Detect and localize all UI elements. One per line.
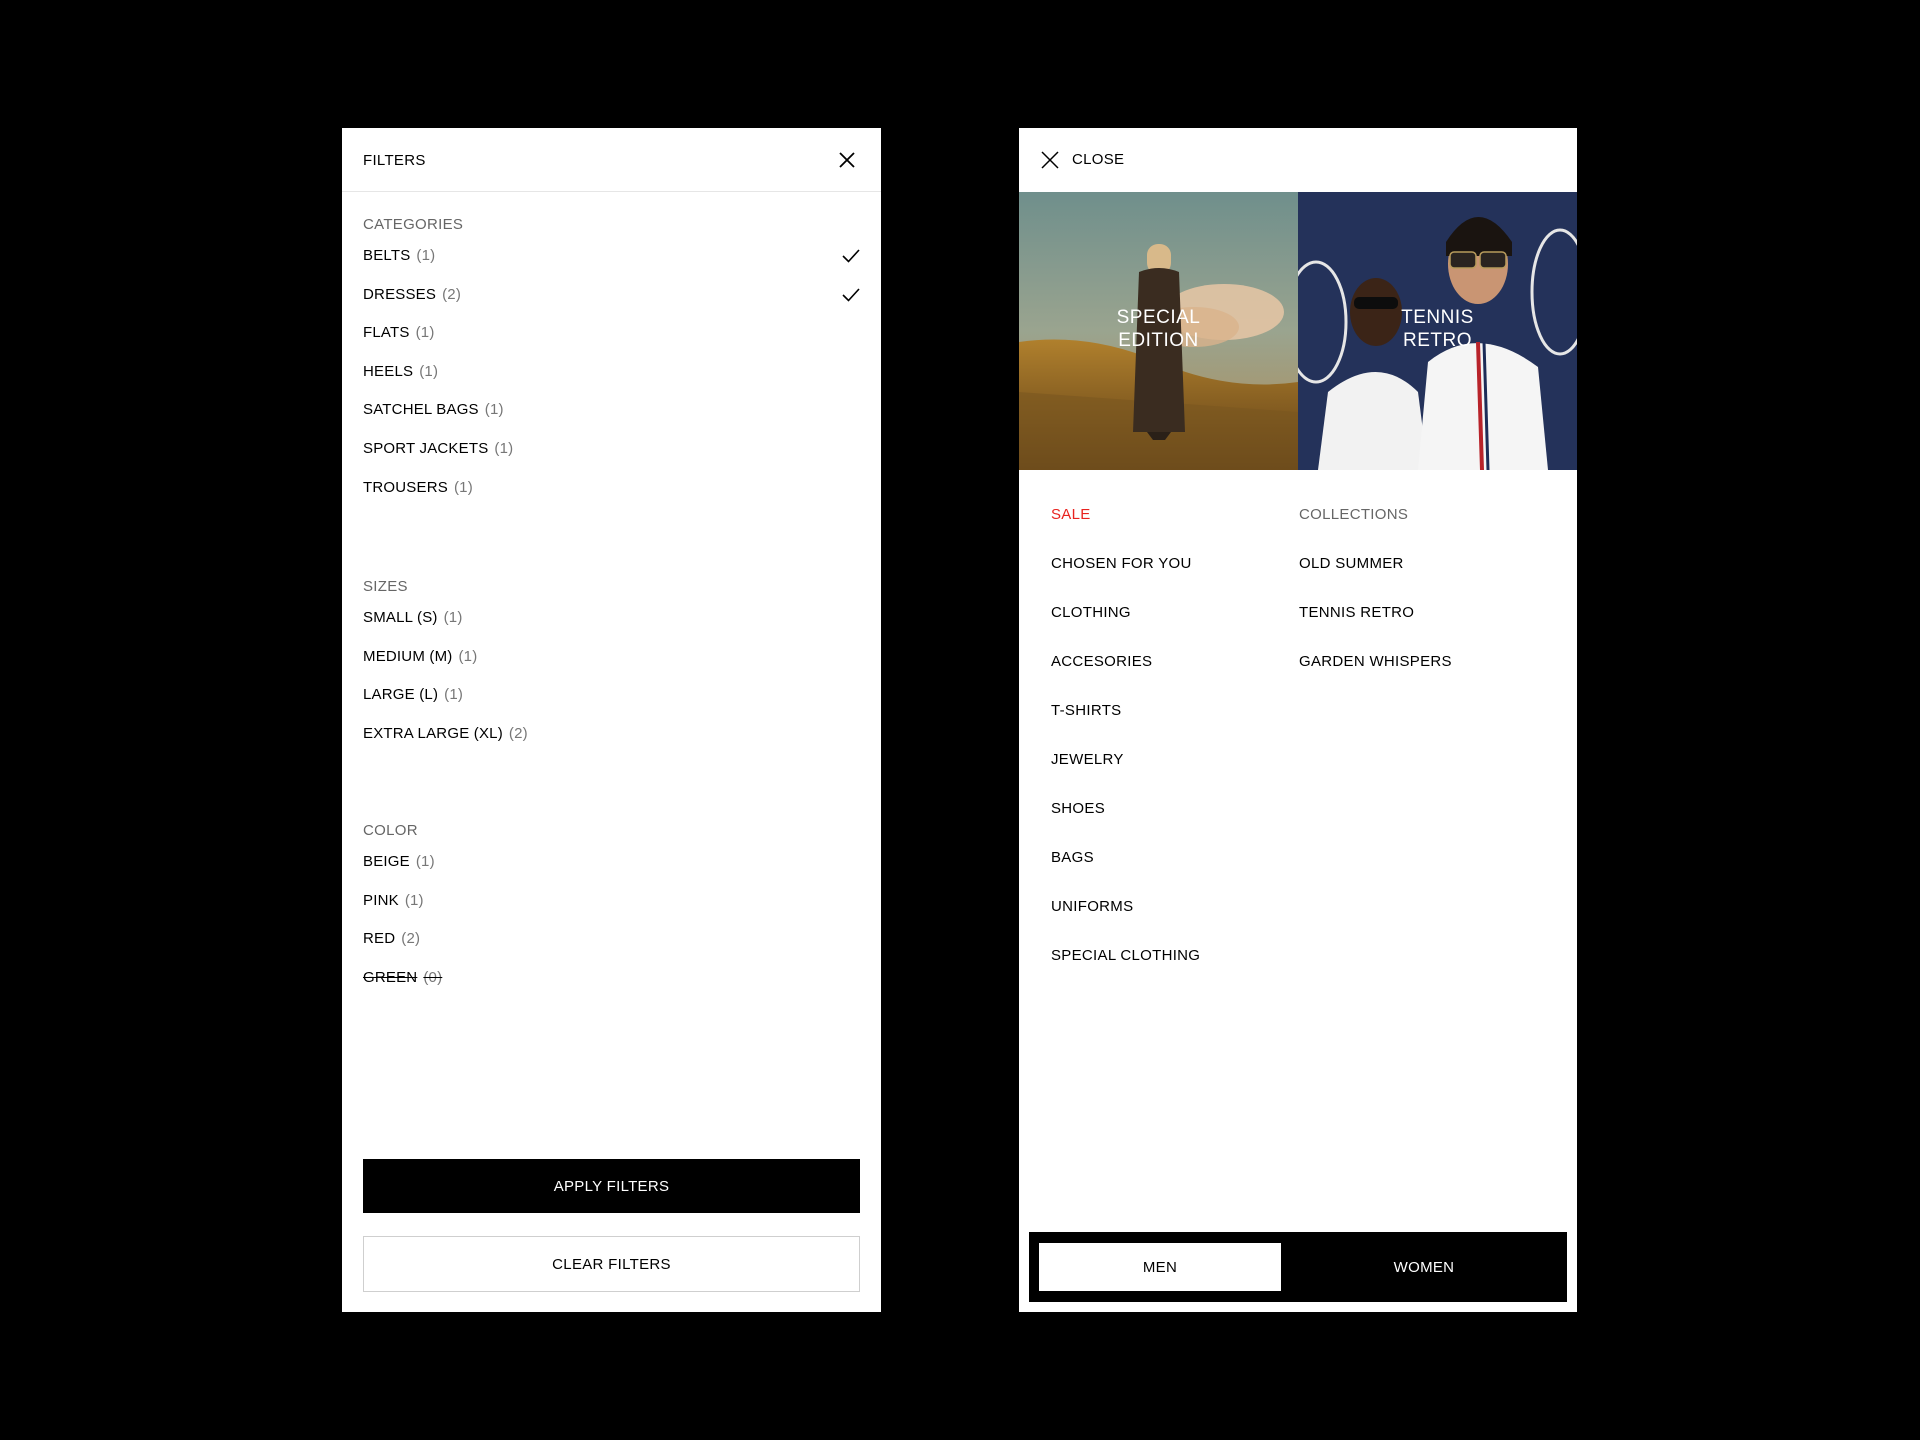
filters-panel: FILTERS CATEGORIES BELTS (1) DRESSES (2) F… — [342, 128, 881, 1312]
hero-tennis-retro[interactable]: TENNIS RETRO — [1298, 192, 1577, 470]
gender-toggle: MEN WOMEN — [1029, 1232, 1567, 1302]
option-label: EXTRA LARGE (XL) — [363, 724, 503, 742]
option-count: (1) — [415, 853, 435, 870]
menu-panel: CLOSE SPECIAL EDITION TENNIS RETRO SALE … — [1019, 128, 1577, 1312]
section-title: COLOR — [363, 822, 418, 839]
filter-option-sport-jackets[interactable]: SPORT JACKETS (1) — [363, 430, 860, 469]
option-count: (1) — [484, 401, 504, 419]
option-count: (2) — [442, 285, 462, 303]
filter-option-pink[interactable]: PINK (1) — [363, 882, 860, 921]
gender-women-button[interactable]: WOMEN — [1291, 1243, 1557, 1291]
option-count: (1) — [419, 362, 439, 380]
menu-item-special-clothing[interactable]: SPECIAL CLOTHING — [1051, 943, 1200, 992]
menu-item-sale[interactable]: SALE — [1051, 502, 1200, 551]
filter-option-satchel-bags[interactable]: SATCHEL BAGS (1) — [363, 391, 860, 430]
filter-option-small[interactable]: SMALL (S) (1) — [363, 599, 860, 638]
option-label: MEDIUM (M) — [363, 647, 453, 665]
option-count: (1) — [458, 647, 478, 665]
option-label: BEIGE — [363, 853, 410, 870]
menu-item-t-shirts[interactable]: T-SHIRTS — [1051, 698, 1200, 747]
menu-item-jewelry[interactable]: JEWELRY — [1051, 747, 1200, 796]
filter-option-trousers[interactable]: TROUSERS (1) — [363, 469, 860, 508]
filter-option-red[interactable]: RED (2) — [363, 920, 860, 959]
option-count: (1) — [453, 478, 473, 496]
checkmark-icon — [842, 249, 860, 263]
hero-special-edition[interactable]: SPECIAL EDITION — [1019, 192, 1298, 470]
filter-option-green: GREEN (0) — [363, 959, 860, 998]
close-icon[interactable] — [1039, 149, 1061, 171]
option-count: (1) — [444, 686, 464, 704]
option-count: (2) — [401, 930, 421, 948]
option-count: (1) — [415, 324, 435, 342]
hero-label: TENNIS RETRO — [1401, 307, 1474, 351]
close-icon[interactable] — [835, 148, 859, 172]
filters-title: FILTERS — [363, 152, 426, 169]
option-label: RED — [363, 930, 396, 948]
option-count: (2) — [508, 724, 528, 742]
filter-option-flats[interactable]: FLATS (1) — [363, 314, 860, 353]
option-label: SMALL (S) — [363, 609, 438, 626]
menu-item-bags[interactable]: BAGS — [1051, 845, 1200, 894]
section-title: CATEGORIES — [363, 216, 464, 233]
option-count: (1) — [416, 247, 436, 264]
option-label: BELTS — [363, 247, 411, 264]
option-label: DRESSES — [363, 285, 437, 303]
option-label: GREEN — [363, 968, 418, 986]
gender-men-button[interactable]: MEN — [1039, 1243, 1281, 1291]
filter-option-medium[interactable]: MEDIUM (M) (1) — [363, 638, 860, 677]
collections-heading: COLLECTIONS — [1299, 506, 1409, 523]
option-count: (0) — [423, 968, 443, 986]
collections-menu: COLLECTIONS OLD SUMMER TENNIS RETRO GARD… — [1299, 502, 1452, 698]
option-label: PINK — [363, 891, 399, 909]
menu-item-chosen-for-you[interactable]: CHOSEN FOR YOU — [1051, 551, 1200, 600]
filter-option-heels[interactable]: HEELS (1) — [363, 353, 860, 392]
menu-item-clothing[interactable]: CLOTHING — [1051, 600, 1200, 649]
option-label: TROUSERS — [363, 478, 448, 496]
shop-menu: SALE CHOSEN FOR YOU CLOTHING ACCESORIES … — [1051, 502, 1200, 992]
filters-header: FILTERS — [342, 128, 881, 192]
menu-item-tennis-retro[interactable]: TENNIS RETRO — [1299, 600, 1452, 649]
menu-item-uniforms[interactable]: UNIFORMS — [1051, 894, 1200, 943]
option-count: (1) — [443, 609, 463, 626]
option-label: HEELS — [363, 362, 414, 380]
option-label: LARGE (L) — [363, 686, 439, 704]
hero-label: SPECIAL EDITION — [1116, 307, 1201, 351]
filter-option-belts[interactable]: BELTS (1) — [363, 237, 860, 276]
apply-filters-button[interactable]: APPLY FILTERS — [363, 1159, 860, 1213]
menu-header: CLOSE — [1019, 128, 1577, 192]
menu-item-old-summer[interactable]: OLD SUMMER — [1299, 551, 1452, 600]
option-label: SPORT JACKETS — [363, 439, 489, 457]
categories-section: CATEGORIES BELTS (1) DRESSES (2) FLATS (1) … — [363, 213, 860, 507]
menu-item-garden-whispers[interactable]: GARDEN WHISPERS — [1299, 649, 1452, 698]
color-section: COLOR BEIGE (1) PINK (1) RED (2) GREEN (0) — [363, 819, 860, 997]
filter-option-extra-large[interactable]: EXTRA LARGE (XL) (2) — [363, 715, 860, 754]
section-title: SIZES — [363, 578, 408, 595]
menu-item-shoes[interactable]: SHOES — [1051, 796, 1200, 845]
option-label: FLATS — [363, 324, 410, 342]
menu-item-accesories[interactable]: ACCESORIES — [1051, 649, 1200, 698]
close-button[interactable]: CLOSE — [1072, 151, 1124, 168]
checkmark-icon — [842, 288, 860, 302]
sizes-section: SIZES SMALL (S) (1) MEDIUM (M) (1) LARGE (… — [363, 575, 860, 753]
filter-option-dresses[interactable]: DRESSES (2) — [363, 276, 860, 315]
filter-option-large[interactable]: LARGE (L) (1) — [363, 676, 860, 715]
filter-option-beige[interactable]: BEIGE (1) — [363, 843, 860, 882]
option-label: SATCHEL BAGS — [363, 401, 479, 419]
option-count: (1) — [494, 439, 514, 457]
clear-filters-button[interactable]: CLEAR FILTERS — [363, 1236, 860, 1292]
option-count: (1) — [404, 891, 424, 909]
